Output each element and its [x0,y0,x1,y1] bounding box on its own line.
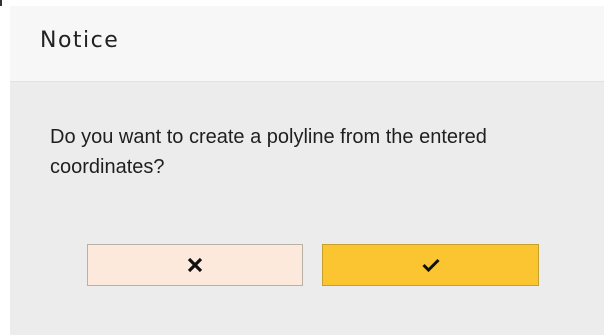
check-icon [421,258,440,272]
notice-dialog: Notice Do you want to create a polyline … [10,6,604,335]
dialog-message: Do you want to create a polyline from th… [50,126,487,178]
dialog-body: Do you want to create a polyline from th… [50,122,570,182]
cancel-button[interactable] [87,244,303,286]
corner-mark [0,0,2,6]
dialog-title: Notice [40,28,120,53]
close-icon [187,257,203,273]
dialog-header: Notice [10,6,604,82]
confirm-button[interactable] [322,244,539,286]
